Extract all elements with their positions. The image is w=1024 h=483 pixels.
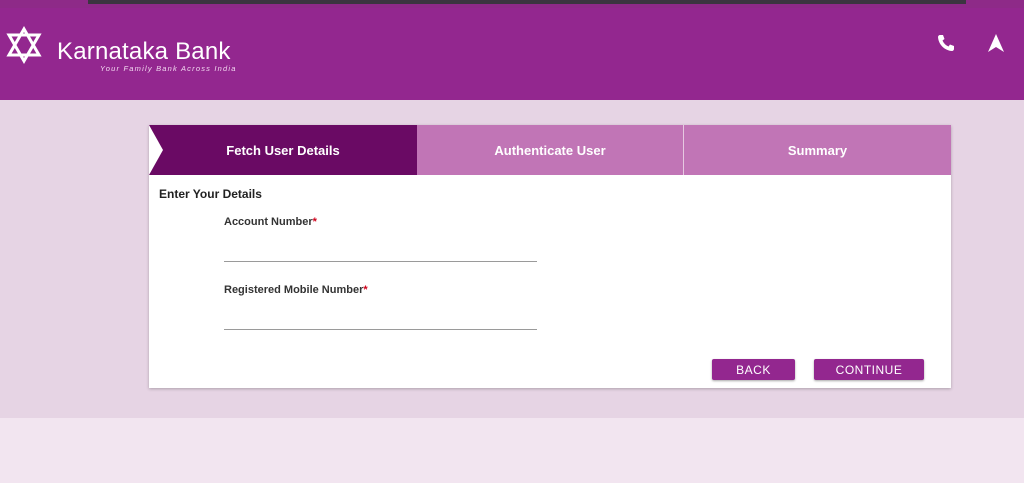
required-asterisk: * xyxy=(312,216,317,228)
browser-bar xyxy=(88,0,966,4)
phone-icon[interactable] xyxy=(936,33,956,53)
step-authenticate-user[interactable]: Authenticate User xyxy=(417,125,684,175)
registration-card: Fetch User Details Authenticate User Sum… xyxy=(149,125,951,388)
required-asterisk: * xyxy=(363,284,368,296)
bank-tagline: Your Family Bank Across India xyxy=(100,64,237,73)
back-button[interactable]: BACK xyxy=(712,359,795,380)
bank-name: Karnataka Bank xyxy=(57,38,231,65)
step-label: Summary xyxy=(787,142,848,158)
step-label: Fetch User Details xyxy=(226,142,340,158)
footer-background xyxy=(0,418,1024,483)
step-fetch-user-details[interactable]: Fetch User Details xyxy=(149,125,417,175)
account-number-input[interactable] xyxy=(224,240,537,262)
step-summary[interactable]: Summary xyxy=(684,125,951,175)
app-header: Karnataka Bank Your Family Bank Across I… xyxy=(0,8,1024,100)
account-number-label-text: Account Number xyxy=(224,216,313,228)
mobile-number-input[interactable] xyxy=(224,308,537,330)
section-title: Enter Your Details xyxy=(159,187,262,201)
browser-top-strip xyxy=(0,0,1024,8)
step-arrow-notch xyxy=(149,125,163,175)
star-of-david-logo-icon xyxy=(6,26,42,64)
step-label: Authenticate User xyxy=(494,142,606,158)
continue-button[interactable]: CONTINUE xyxy=(814,359,924,380)
mobile-number-label: Registered Mobile Number* xyxy=(224,284,368,296)
stepper: Fetch User Details Authenticate User Sum… xyxy=(149,125,951,175)
account-number-label: Account Number* xyxy=(224,216,317,228)
navigation-arrow-icon[interactable] xyxy=(986,32,1006,54)
mobile-number-label-text: Registered Mobile Number xyxy=(224,284,364,296)
